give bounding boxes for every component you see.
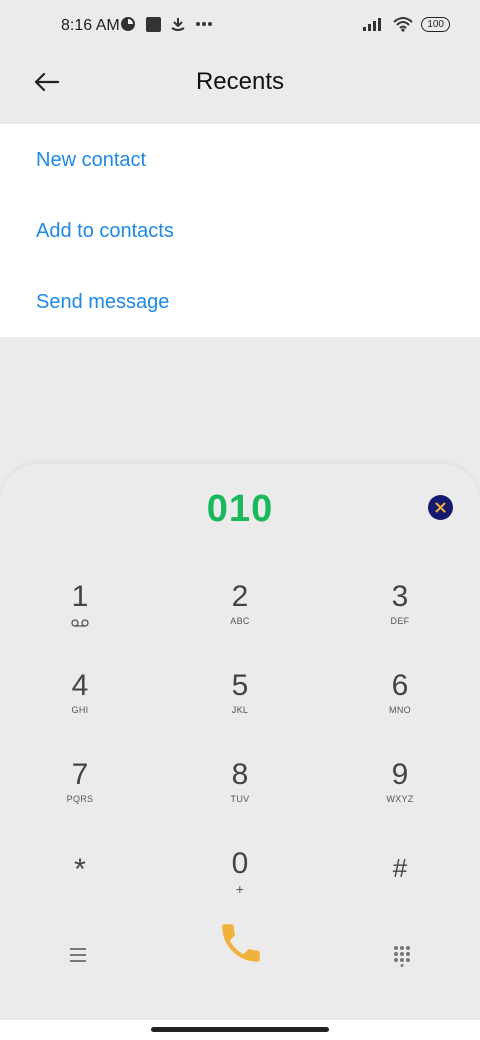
key-7[interactable]: 7 PQRS <box>0 758 160 847</box>
key-digit: 6 <box>391 669 409 702</box>
hamburger-icon[interactable] <box>69 947 87 963</box>
more-dots-icon <box>196 22 212 26</box>
voicemail-icon <box>71 619 89 627</box>
key-3[interactable]: 3 DEF <box>320 580 480 669</box>
key-8[interactable]: 8 TUV <box>160 758 320 847</box>
new-contact-option[interactable]: New contact <box>0 124 480 196</box>
status-right: 100 <box>363 16 450 32</box>
add-to-contacts-option[interactable]: Add to contacts <box>0 196 480 267</box>
header: Recents <box>0 56 480 124</box>
send-message-option[interactable]: Send message <box>0 267 480 338</box>
key-letters: DEF <box>390 616 410 626</box>
clear-icon <box>435 502 446 513</box>
key-digit: # <box>392 853 408 883</box>
key-letters: + <box>235 881 245 897</box>
key-digit: 7 <box>71 758 89 791</box>
home-indicator[interactable] <box>151 1027 329 1032</box>
keypad-icon[interactable] <box>393 945 411 967</box>
key-digit: 4 <box>71 669 89 702</box>
app-notification-icon <box>121 17 135 31</box>
key-digit: 9 <box>391 758 409 791</box>
dialpad-actions <box>0 914 480 994</box>
page-title: Recents <box>195 68 285 95</box>
key-digit: 0 <box>231 847 249 880</box>
key-2[interactable]: 2 ABC <box>160 580 320 669</box>
dialed-number: 010 <box>206 488 274 530</box>
key-letters: PQRS <box>66 794 94 804</box>
key-digit: 8 <box>231 758 249 791</box>
notification-icons <box>120 16 213 32</box>
key-digit: 5 <box>231 669 249 702</box>
key-digit: 2 <box>231 580 249 613</box>
phone-icon[interactable] <box>216 918 266 968</box>
wifi-icon <box>393 17 413 32</box>
key-letters: TUV <box>230 794 250 804</box>
key-letters: JKL <box>231 705 249 715</box>
key-5[interactable]: 5 JKL <box>160 669 320 758</box>
key-letters: ABC <box>230 616 250 626</box>
key-letters: GHI <box>71 705 89 715</box>
key-6[interactable]: 6 MNO <box>320 669 480 758</box>
square-notification-icon <box>146 16 161 32</box>
action-menu: New contact Add to contacts Send message <box>0 124 480 337</box>
key-letters: WXYZ <box>386 794 414 804</box>
key-9[interactable]: 9 WXYZ <box>320 758 480 847</box>
download-icon <box>171 18 185 31</box>
signal-icon <box>363 18 382 31</box>
key-digit: 1 <box>71 580 89 613</box>
battery-indicator: 100 <box>421 16 450 32</box>
key-letters: MNO <box>389 705 411 715</box>
key-digit: * <box>74 853 86 886</box>
key-4[interactable]: 4 GHI <box>0 669 160 758</box>
status-time: 8:16 AM <box>61 17 120 34</box>
navigation-bar <box>0 1020 480 1040</box>
clear-button[interactable] <box>428 495 453 520</box>
dialpad: 010 1 2 ABC 3 DEF 4 GHI 5 JKL 6 MNO 7 PQ… <box>0 464 480 1040</box>
key-digit: 3 <box>391 580 409 613</box>
key-1[interactable]: 1 <box>0 580 160 669</box>
status-bar: 8:16 AM 100 <box>0 0 480 56</box>
